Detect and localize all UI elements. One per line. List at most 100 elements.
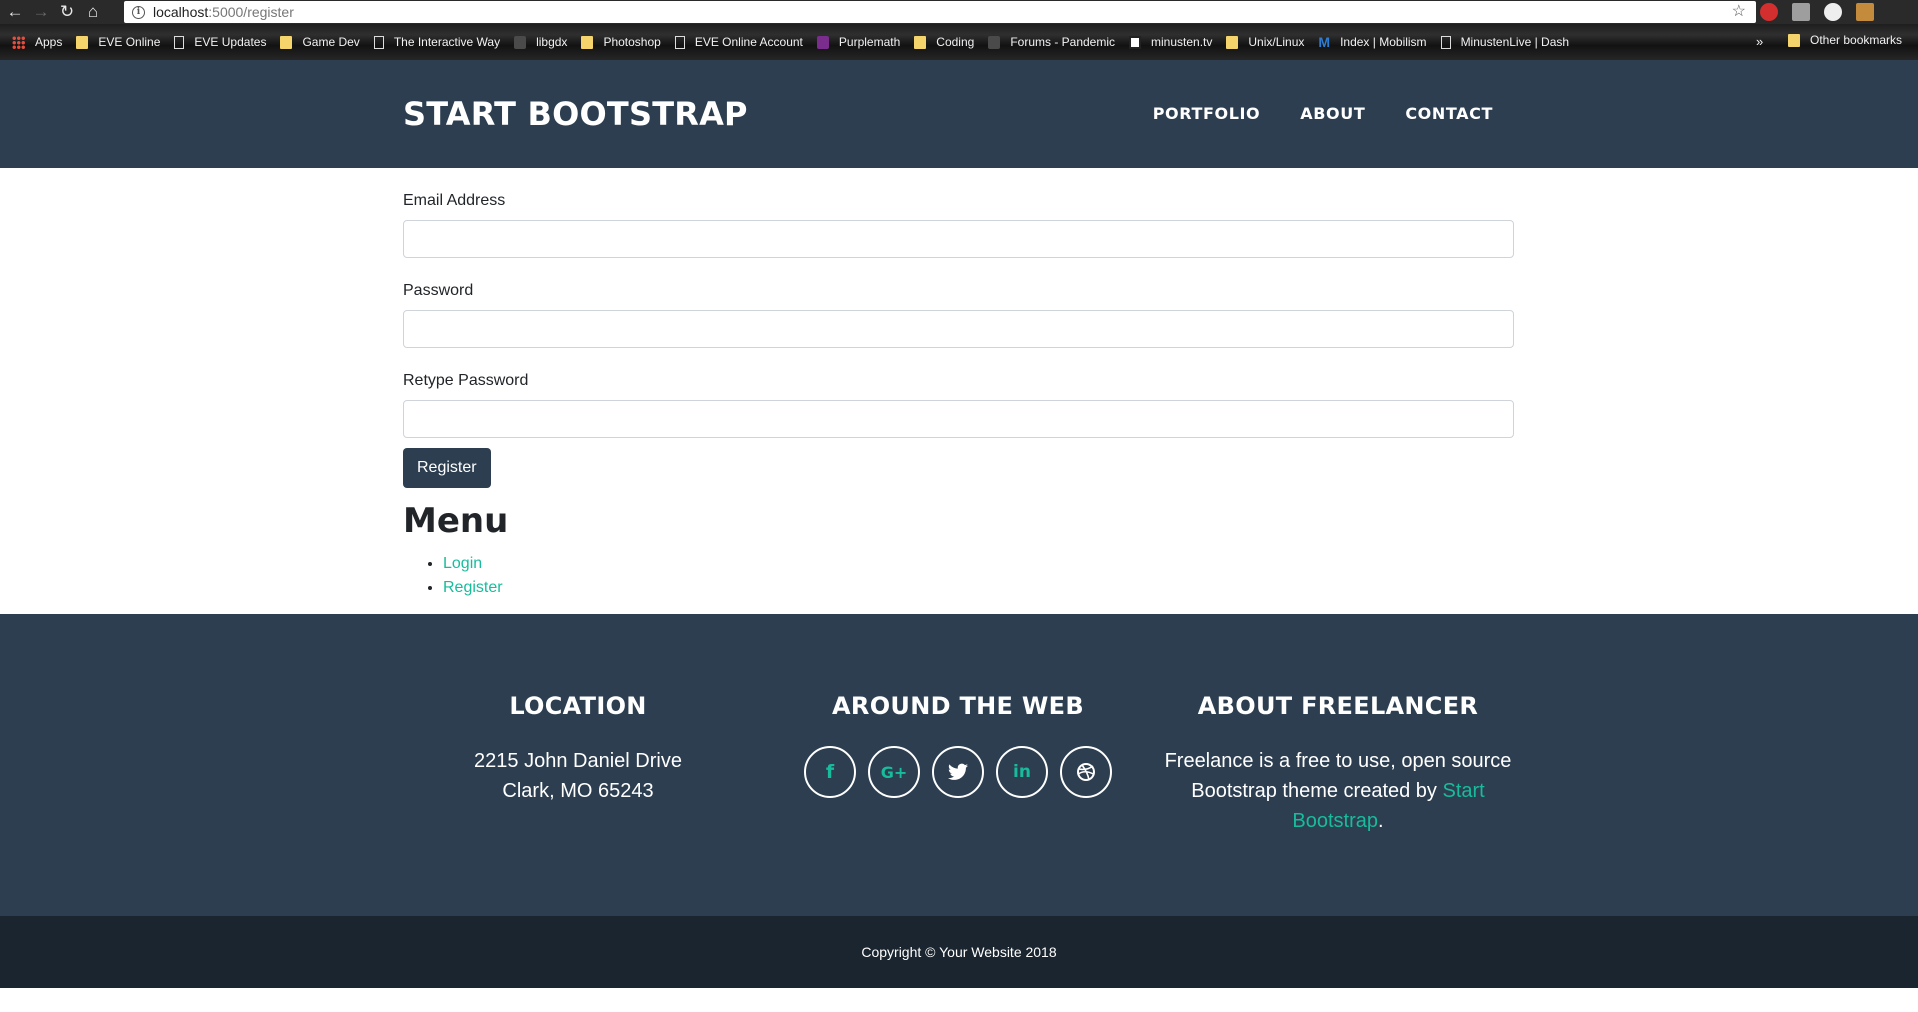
about-period: .: [1378, 810, 1384, 832]
bookmark-label: EVE Online: [98, 35, 161, 49]
bookmark-item[interactable]: Photoshop: [581, 35, 661, 49]
login-link[interactable]: Login: [443, 555, 482, 572]
bookmark-item[interactable]: Forums - Pandemic: [988, 35, 1115, 49]
mobilism-icon: M: [1318, 34, 1331, 50]
bookmark-item[interactable]: Apps: [12, 35, 62, 49]
bookmark-item[interactable]: EVE Online: [76, 35, 160, 49]
bookmark-label: Purplemath: [838, 35, 901, 49]
extension-grey-icon[interactable]: [1792, 3, 1810, 21]
apps-grid-icon: [12, 35, 25, 49]
bookmark-label: minusten.tv: [1151, 35, 1213, 49]
footer-location: LOCATION 2215 John Daniel Drive Clark, M…: [388, 692, 768, 806]
back-icon[interactable]: ←: [4, 1, 26, 23]
email-field[interactable]: [403, 220, 1514, 258]
retype-password-field[interactable]: [403, 400, 1514, 438]
bookmark-item[interactable]: Game Dev: [280, 35, 360, 49]
bookmark-item[interactable]: MinustenLive | Dash: [1440, 35, 1570, 49]
bookmark-item[interactable]: EVE Online Account: [674, 35, 803, 49]
site-navbar: START BOOTSTRAP PORTFOLIO ABOUT CONTACT: [0, 60, 1918, 168]
folder-icon: [280, 35, 293, 49]
list-item: Login: [443, 552, 503, 576]
menu-title: Menu: [403, 501, 509, 541]
bookmark-item[interactable]: libgdx: [514, 35, 567, 49]
bookmark-label: libgdx: [536, 35, 568, 49]
bookmark-label: The Interactive Way: [393, 35, 501, 49]
bookmark-item[interactable]: minusten.tv: [1129, 35, 1212, 49]
other-bookmarks[interactable]: Other bookmarks: [1788, 33, 1902, 47]
folder-icon: [914, 35, 927, 49]
retype-password-label: Retype Password: [403, 372, 529, 389]
footer-social: AROUND THE WEB f G+ in: [768, 692, 1148, 798]
bookmark-label: EVE Online Account: [694, 35, 803, 49]
bookmark-label: Forums - Pandemic: [1010, 35, 1116, 49]
dark-icon: [514, 35, 527, 49]
bookmark-item[interactable]: Unix/Linux: [1226, 35, 1304, 49]
bookmark-label: Game Dev: [302, 35, 360, 49]
dark-icon: [988, 35, 1001, 49]
bookmarks-bar: Apps EVE Online EVE Updates Game Dev The Int…: [0, 24, 1918, 60]
extension-red-icon[interactable]: [1760, 3, 1778, 21]
extension-white-icon[interactable]: [1824, 3, 1842, 21]
bookmark-label: MinustenLive | Dash: [1460, 35, 1570, 49]
bookmark-label: Coding: [936, 35, 975, 49]
menu-list: Login Register: [443, 552, 503, 600]
bookmark-label: Index | Mobilism: [1340, 35, 1427, 49]
bookmark-item[interactable]: EVE Updates: [174, 35, 266, 49]
extension-mail-icon[interactable]: [1856, 3, 1874, 21]
forward-icon[interactable]: →: [30, 1, 52, 23]
bookmark-item[interactable]: Purplemath: [816, 35, 901, 49]
home-icon[interactable]: ⌂: [82, 1, 104, 23]
dribbble-icon[interactable]: [1060, 746, 1112, 798]
register-link[interactable]: Register: [443, 579, 503, 596]
folder-icon: [1226, 35, 1239, 49]
email-label: Email Address: [403, 192, 506, 209]
bookmark-label: EVE Updates: [194, 35, 267, 49]
url-host: localhost: [153, 4, 209, 20]
google-plus-icon[interactable]: G+: [868, 746, 920, 798]
nav-portfolio[interactable]: PORTFOLIO: [1153, 104, 1261, 123]
password-field[interactable]: [403, 310, 1514, 348]
other-bookmarks-label: Other bookmarks: [1810, 33, 1903, 47]
social-links: f G+ in: [768, 746, 1148, 798]
bookmark-label: Unix/Linux: [1248, 35, 1305, 49]
folder-icon: [76, 35, 89, 49]
nav-contact[interactable]: CONTACT: [1405, 104, 1493, 123]
around-web-title: AROUND THE WEB: [832, 692, 1084, 720]
page-icon: [174, 35, 185, 49]
register-button[interactable]: Register: [403, 448, 491, 488]
page-icon: [373, 35, 384, 49]
bookmark-item[interactable]: The Interactive Way: [373, 35, 501, 49]
bookmark-star-icon[interactable]: ☆: [1732, 1, 1746, 21]
bookmark-item[interactable]: M Index | Mobilism: [1318, 35, 1426, 49]
page-bottom: [0, 988, 1918, 1012]
bookmark-label: Photoshop: [603, 35, 661, 49]
minu-icon: [1129, 35, 1142, 49]
url-path: :5000/register: [208, 4, 294, 20]
location-title: LOCATION: [509, 692, 647, 720]
facebook-icon[interactable]: f: [804, 746, 856, 798]
bookmark-item[interactable]: Coding: [914, 35, 974, 49]
about-title: ABOUT FREELANCER: [1197, 692, 1479, 720]
folder-icon: [581, 35, 594, 49]
linkedin-icon[interactable]: in: [996, 746, 1048, 798]
list-item: Register: [443, 576, 503, 600]
copyright-text: Copyright © Your Website 2018: [861, 944, 1057, 960]
site-info-icon[interactable]: i: [132, 5, 145, 19]
bookmarks-overflow-button[interactable]: »: [1756, 34, 1763, 49]
browser-toolbar: ← → ↻ ⌂ i localhost:5000/register ☆: [0, 0, 1918, 24]
twitter-icon[interactable]: [932, 746, 984, 798]
folder-icon: [1788, 33, 1800, 47]
nav-links: PORTFOLIO ABOUT CONTACT: [1153, 104, 1493, 123]
password-label: Password: [403, 282, 474, 299]
page-icon: [674, 35, 685, 49]
reload-icon[interactable]: ↻: [56, 1, 78, 23]
brand-link[interactable]: START BOOTSTRAP: [403, 95, 748, 133]
footer-about: ABOUT FREELANCER Freelance is a free to …: [1148, 692, 1528, 836]
nav-about[interactable]: ABOUT: [1300, 104, 1365, 123]
address-line-2: Clark, MO 65243: [502, 780, 654, 802]
address-bar[interactable]: i localhost:5000/register ☆: [124, 1, 1756, 23]
footer: LOCATION 2215 John Daniel Drive Clark, M…: [0, 614, 1918, 916]
page-icon: [1440, 35, 1451, 49]
copyright-bar: Copyright © Your Website 2018: [0, 916, 1918, 988]
extension-icons: [1760, 3, 1874, 21]
